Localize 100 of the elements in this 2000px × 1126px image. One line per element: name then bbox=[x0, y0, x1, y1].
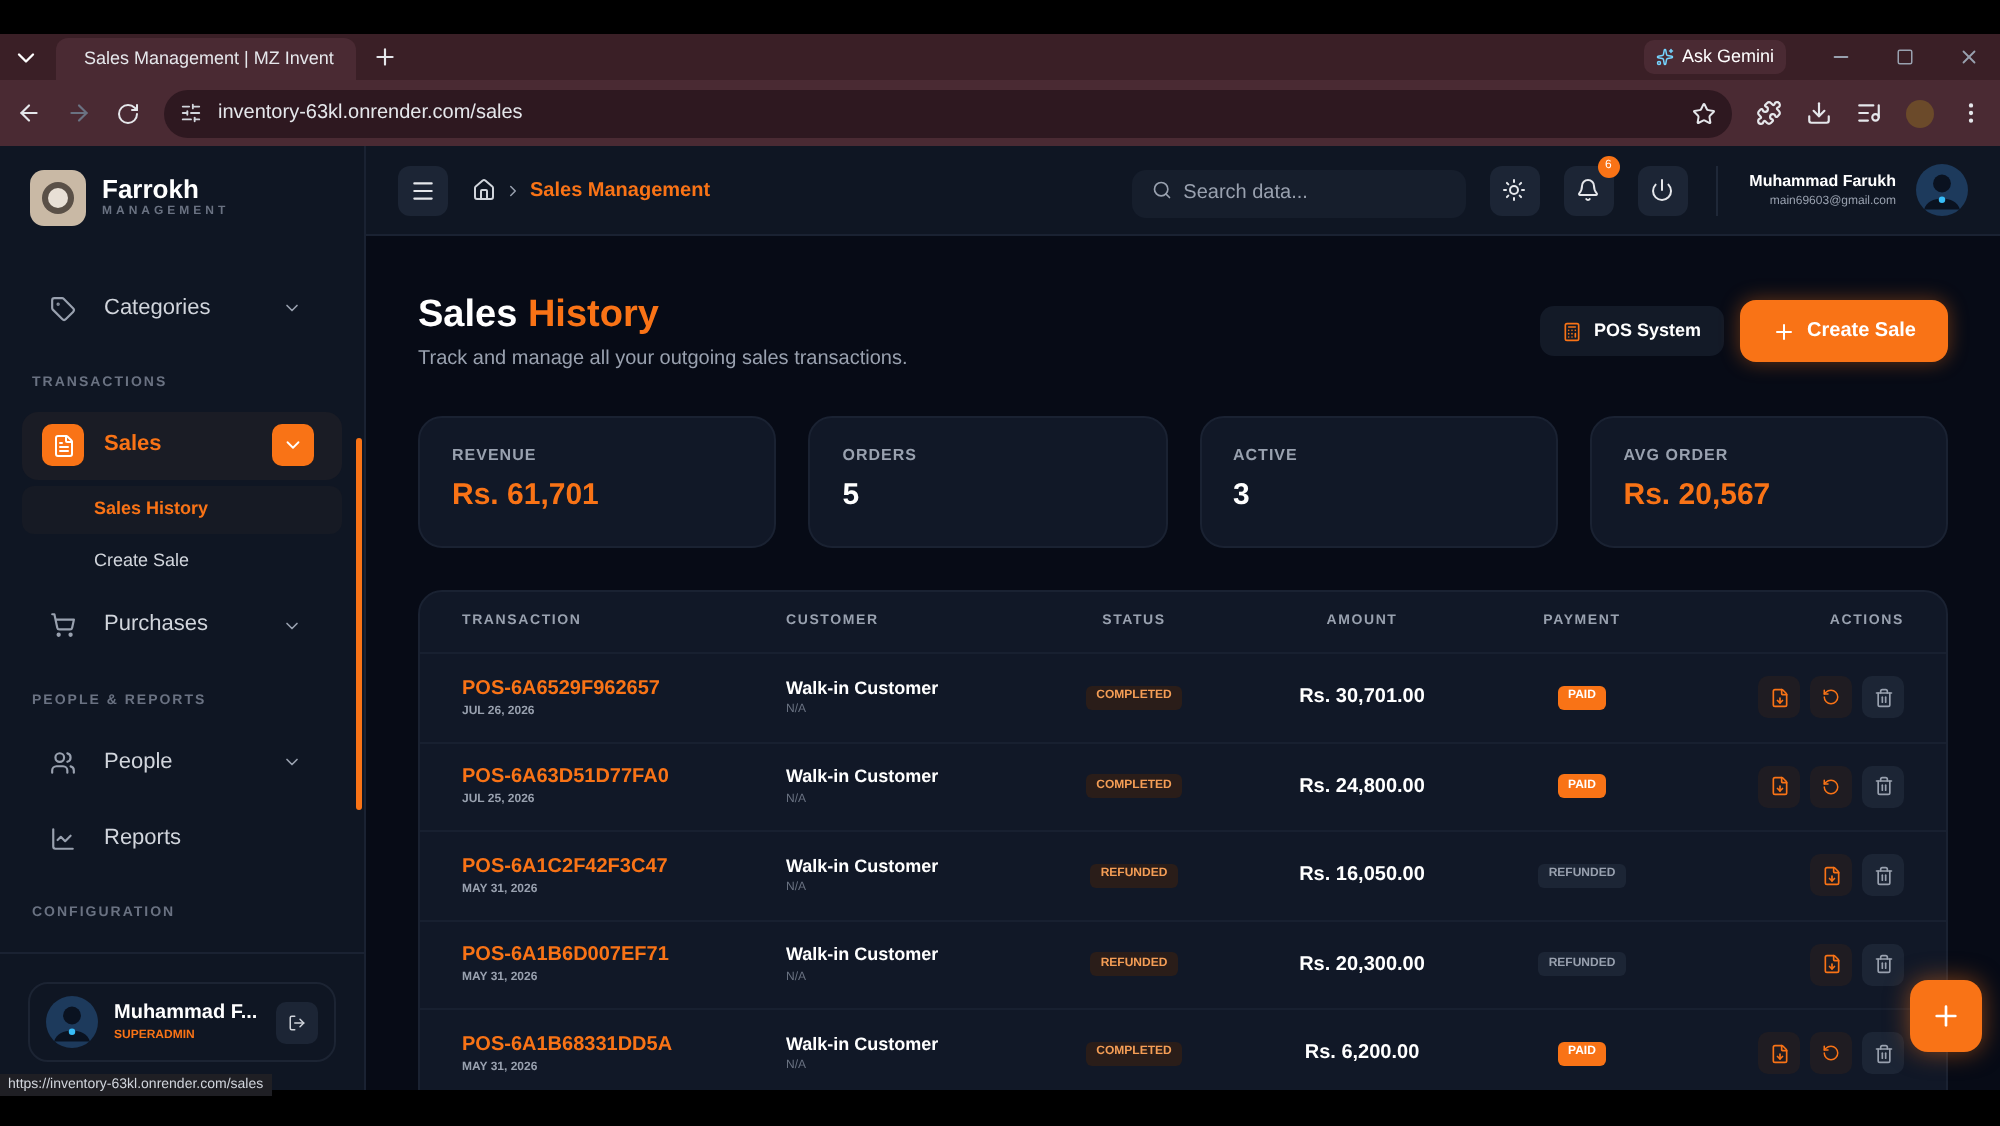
invoice-button[interactable] bbox=[1810, 943, 1852, 986]
nav-label: Sales bbox=[104, 430, 164, 461]
power-button[interactable] bbox=[1637, 165, 1688, 215]
document-icon bbox=[1769, 1043, 1789, 1064]
extensions-icon[interactable] bbox=[1756, 100, 1782, 126]
delete-button[interactable] bbox=[1862, 854, 1904, 897]
menu-button[interactable] bbox=[398, 165, 448, 215]
document-icon bbox=[51, 433, 75, 457]
sparkle-icon bbox=[1655, 48, 1674, 66]
sub-nav-item[interactable]: Sales History bbox=[22, 485, 342, 533]
url-text: inventory-63kl.onrender.com/sales bbox=[218, 100, 525, 128]
invoice-button[interactable] bbox=[1810, 854, 1852, 897]
notifications-button[interactable] bbox=[1563, 165, 1614, 215]
document-icon bbox=[1821, 865, 1841, 886]
media-icon[interactable] bbox=[1856, 100, 1882, 126]
nav-item[interactable]: Categories bbox=[22, 274, 342, 342]
gemini-button[interactable]: Ask Gemini bbox=[1643, 40, 1786, 74]
breadcrumb-link[interactable]: Sales Management bbox=[530, 175, 711, 205]
trash-icon bbox=[1873, 865, 1893, 886]
logout-button[interactable] bbox=[276, 1001, 318, 1043]
tab-title: Sales Management | MZ Invent bbox=[84, 45, 334, 72]
avatar-icon bbox=[46, 996, 98, 1048]
menu-icon bbox=[410, 177, 436, 203]
document-icon bbox=[1769, 687, 1789, 708]
amount-cell-text: Rs. 16,050.00 bbox=[1297, 862, 1427, 891]
amount-cell-text: Rs. 20,300.00 bbox=[1297, 951, 1427, 980]
invoice-button[interactable] bbox=[1758, 1032, 1800, 1075]
trash-icon bbox=[1873, 1043, 1893, 1064]
collapse-button[interactable] bbox=[272, 424, 314, 466]
stat-label: ACTIVE bbox=[1233, 444, 1300, 469]
page-title: Sales History bbox=[418, 292, 661, 340]
undo-icon bbox=[1822, 688, 1840, 707]
chevron-icon bbox=[504, 181, 522, 199]
undo-icon bbox=[1822, 1044, 1840, 1063]
customer-name: Walk-in Customer bbox=[786, 1031, 941, 1057]
customer-name: Walk-in Customer bbox=[786, 942, 941, 968]
delete-button[interactable] bbox=[1862, 765, 1904, 808]
transaction-id[interactable]: POS-6A63D51D77FA0 bbox=[462, 762, 786, 793]
trash-icon bbox=[1873, 954, 1893, 975]
search-icon bbox=[1151, 180, 1172, 200]
download-icon[interactable] bbox=[1806, 100, 1832, 126]
document-icon bbox=[1821, 954, 1841, 975]
sun-icon bbox=[1502, 178, 1527, 202]
invoice-button[interactable] bbox=[1758, 765, 1800, 808]
reload-icon[interactable] bbox=[116, 101, 140, 125]
brand-name: Farrokh bbox=[102, 174, 201, 204]
address-bar[interactable]: inventory-63kl.onrender.com/sales bbox=[164, 89, 1732, 137]
stat-value: Rs. 20,567 bbox=[1623, 476, 1773, 517]
stat-label: AVG ORDER bbox=[1623, 444, 1731, 469]
line-chart-icon bbox=[50, 825, 76, 851]
trash-icon bbox=[1873, 776, 1893, 797]
search-field[interactable]: Search data... bbox=[1131, 169, 1466, 217]
delete-button[interactable] bbox=[1862, 676, 1904, 719]
browser-tab[interactable]: Sales Management | MZ Invent bbox=[56, 38, 356, 80]
bell-icon bbox=[1576, 178, 1601, 202]
transaction-id[interactable]: POS-6A6529F962657 bbox=[462, 673, 786, 704]
scrollbar-thumb[interactable] bbox=[356, 438, 362, 810]
cart-icon bbox=[50, 612, 76, 638]
refund-button[interactable] bbox=[1810, 1032, 1852, 1075]
bookmark-icon[interactable] bbox=[1692, 101, 1716, 125]
nav-item[interactable]: Sales bbox=[22, 411, 342, 479]
plus-icon bbox=[1930, 1000, 1962, 1032]
back-icon[interactable] bbox=[16, 100, 42, 126]
delete-button[interactable] bbox=[1862, 943, 1904, 986]
site-settings-icon[interactable] bbox=[180, 102, 202, 124]
nav-label: Purchases bbox=[104, 610, 210, 641]
undo-icon bbox=[1822, 777, 1840, 796]
maximize-icon[interactable] bbox=[1896, 48, 1914, 66]
pos-system-button[interactable]: POS System bbox=[1539, 306, 1724, 356]
sub-nav-item[interactable]: Create Sale bbox=[22, 537, 342, 585]
refund-button[interactable] bbox=[1810, 765, 1852, 808]
tag-icon bbox=[50, 295, 76, 321]
transaction-id[interactable]: POS-6A1C2F42F3C47 bbox=[462, 851, 786, 882]
theme-button[interactable] bbox=[1489, 165, 1540, 215]
home-icon[interactable] bbox=[472, 178, 496, 202]
new-tab-icon[interactable] bbox=[372, 44, 398, 70]
transaction-id[interactable]: POS-6A1B6D007EF71 bbox=[462, 940, 786, 971]
avatar-icon bbox=[1916, 164, 1968, 216]
nav-item[interactable]: Reports bbox=[22, 804, 342, 872]
stat-label: REVENUE bbox=[452, 444, 539, 469]
floating-add-button[interactable] bbox=[1910, 980, 1982, 1052]
nav-item[interactable]: People bbox=[22, 728, 342, 796]
delete-button[interactable] bbox=[1862, 1032, 1904, 1075]
nav-item[interactable]: Purchases bbox=[22, 591, 342, 659]
invoice-button[interactable] bbox=[1758, 676, 1800, 719]
refund-button[interactable] bbox=[1810, 676, 1852, 719]
customer-name: Walk-in Customer bbox=[786, 764, 941, 790]
forward-icon[interactable] bbox=[66, 100, 92, 126]
document-icon bbox=[1769, 776, 1789, 797]
people-icon bbox=[50, 749, 76, 775]
close-icon[interactable] bbox=[1958, 46, 1980, 68]
transaction-id[interactable]: POS-6A1B68331DD5A bbox=[462, 1029, 786, 1060]
amount-cell-text: Rs. 30,701.00 bbox=[1297, 684, 1427, 713]
amount-cell-text: Rs. 6,200.00 bbox=[1302, 1040, 1422, 1069]
stat-value: Rs. 61,701 bbox=[452, 476, 601, 517]
stat-value: 3 bbox=[1233, 476, 1252, 517]
customer-name: Walk-in Customer bbox=[786, 675, 941, 701]
page-subtitle: Track and manage all your outgoing sales transactions. bbox=[418, 346, 910, 374]
logout-icon bbox=[288, 1013, 306, 1031]
stat-value: 5 bbox=[842, 476, 862, 517]
